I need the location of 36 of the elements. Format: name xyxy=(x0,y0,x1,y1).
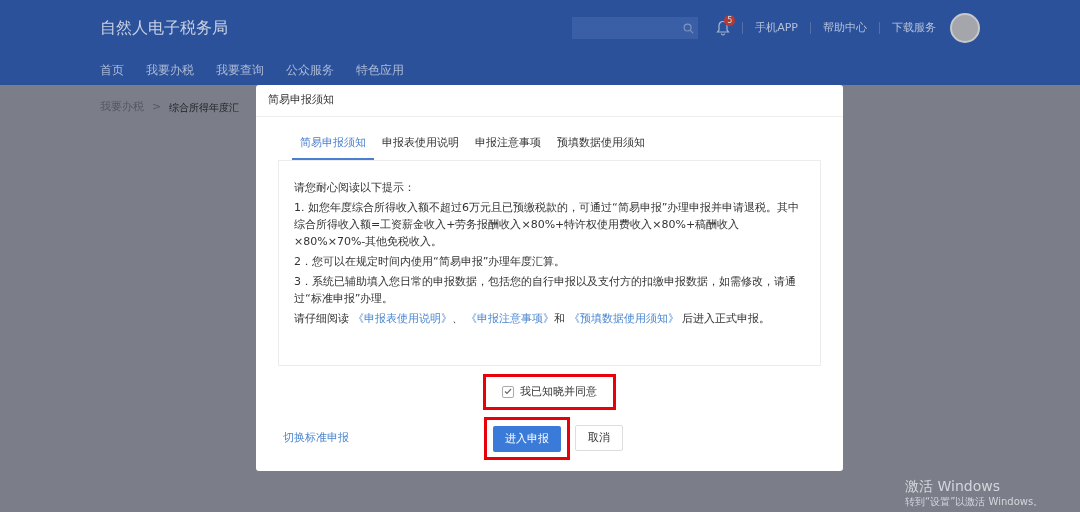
notice-paragraph: 1. 如您年度综合所得收入额不超过6万元且已预缴税款的，可通过“简易申报”办理申报并申请退税。其中综合所得收入额=工资薪金收入+劳务报酬收入×80%+特许权使用费收入×80%+稿酬收入×80%×70%-其他免税收入。 xyxy=(294,199,801,250)
activation-subtitle: 转到“设置”以激活 Windows。 xyxy=(905,495,1044,508)
tab[interactable]: 预填数据使用须知 xyxy=(549,135,653,160)
search-icon xyxy=(683,22,695,34)
notice-paragraph: 3．系统已辅助填入您日常的申报数据，包括您的自行申报以及支付方的扣缴申报数据，如需修改，请通过“标准申报”办理。 xyxy=(294,273,797,307)
notification-badge: 5 xyxy=(724,15,736,26)
nav-link[interactable]: 我要查询 xyxy=(216,61,264,79)
switch-standard-link[interactable]: 切换标准申报 xyxy=(283,430,493,447)
cancel-button[interactable]: 取消 xyxy=(575,425,623,451)
site-title: 自然人电子税务局 xyxy=(100,17,228,39)
header-link[interactable]: 帮助中心 xyxy=(823,19,867,37)
dialog-title: 简易申报须知 xyxy=(268,92,334,109)
document-link[interactable]: 《申报注意事项》 xyxy=(466,311,554,325)
nav-link[interactable]: 公众服务 xyxy=(286,61,334,79)
breadcrumb-separator: > xyxy=(152,98,162,115)
nav-link[interactable]: 我要办税 xyxy=(146,61,194,79)
breadcrumb-current: 综合所得年度汇 xyxy=(169,100,240,115)
check-icon xyxy=(504,388,512,396)
activation-title: 激活 Windows xyxy=(905,477,1001,495)
header-link[interactable]: 下载服务 xyxy=(892,19,936,37)
notice-paragraph: 请仔细阅读 《申报表使用说明》、 《申报注意事项》和 《预填数据使用须知》 后进入正式申报。 xyxy=(294,310,771,327)
search-field[interactable] xyxy=(572,17,699,39)
notice-intro: 请您耐心阅读以下提示： xyxy=(294,179,416,196)
notice-paragraph: 2．您可以在规定时间内使用“简易申报”办理年度汇算。 xyxy=(294,253,567,270)
tab[interactable]: 申报表使用说明 xyxy=(374,135,467,160)
submit-button[interactable]: 进入申报 xyxy=(493,426,561,453)
nav-link[interactable]: 首页 xyxy=(100,61,124,79)
nav-link[interactable]: 特色应用 xyxy=(356,61,404,79)
checkbox[interactable] xyxy=(502,385,514,398)
tab[interactable]: 申报注意事项 xyxy=(467,135,549,160)
header-link[interactable]: 手机APP xyxy=(755,19,798,37)
avatar[interactable] xyxy=(950,13,980,43)
tab[interactable]: 简易申报须知 xyxy=(292,135,374,160)
document-link[interactable]: 《预填数据使用须知》 xyxy=(568,311,679,325)
document-link[interactable]: 《申报表使用说明》 xyxy=(352,311,452,325)
agree-checkbox[interactable]: 我已知晓并同意 xyxy=(492,381,607,402)
